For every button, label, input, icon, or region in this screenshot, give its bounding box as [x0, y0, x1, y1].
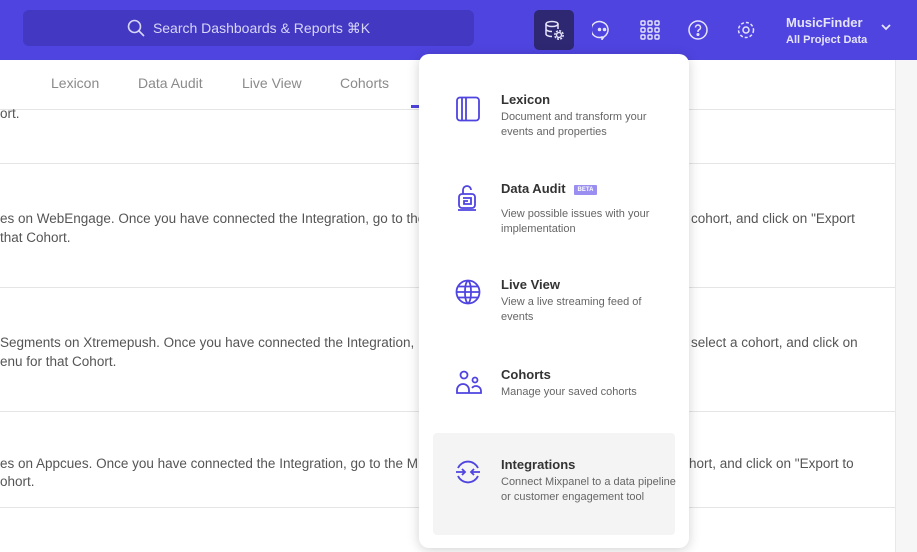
chat-button[interactable] — [582, 10, 622, 50]
data-audit-icon — [458, 185, 476, 211]
scrollbar[interactable] — [895, 60, 917, 552]
project-selector[interactable]: MusicFinder All Project Data — [786, 15, 867, 46]
menu-item-integrations[interactable]: Integrations Connect Mixpanel to a data … — [433, 433, 676, 535]
menu-item-desc: View a live streaming feed of events — [501, 296, 642, 323]
row-text: ohort. — [0, 474, 35, 489]
row-text: ort. — [0, 106, 20, 121]
data-management-button[interactable] — [534, 10, 574, 50]
row-text: es on WebEngage. Once you have connected… — [0, 211, 426, 226]
row-text: that Cohort. — [0, 230, 71, 245]
search-placeholder: Search Dashboards & Reports ⌘K — [152, 19, 371, 36]
menu-item-desc: View possible issues with your implement… — [501, 208, 650, 235]
menu-item-cohorts[interactable]: Cohorts Manage your saved cohorts — [433, 357, 675, 417]
integrations-icon — [456, 460, 480, 484]
project-name: MusicFinder — [786, 15, 863, 30]
menu-item-title: Lexicon — [501, 92, 551, 107]
tab-data-audit[interactable]: Data Audit — [138, 75, 203, 91]
top-bar: Search Dashboards & Reports ⌘K MusicFind… — [0, 0, 917, 60]
data-management-icon — [545, 20, 564, 40]
settings-icon — [737, 21, 755, 39]
menu-item-title: Cohorts — [501, 367, 551, 382]
row-text: cohort, and click on "Export — [691, 211, 855, 226]
menu-item-title: Live View — [501, 277, 561, 292]
settings-button[interactable] — [726, 10, 766, 50]
beta-badge: BETA — [573, 184, 598, 195]
menu-item-desc: Document and transform your events and p… — [501, 111, 647, 138]
row-text: Segments on Xtremepush. Once you have co… — [0, 335, 415, 350]
menu-item-data-audit[interactable]: Data Audit BETA View possible issues with… — [433, 172, 675, 252]
row-text: select a cohort, and click on — [691, 335, 858, 350]
menu-item-desc: Manage your saved cohorts — [501, 386, 637, 398]
menu-item-live-view[interactable]: Live View View a live streaming feed of … — [433, 267, 675, 337]
project-scope: All Project Data — [786, 34, 868, 46]
people-icon — [456, 370, 482, 394]
menu-item-desc: Connect Mixpanel to a data pipeline or c… — [501, 476, 676, 503]
apps-grid-icon — [640, 20, 660, 40]
row-text: hort, and click on "Export to — [689, 456, 854, 471]
chat-icon — [592, 20, 609, 40]
row-text: es on Appcues. Once you have connected t… — [0, 456, 419, 471]
row-text: enu for that Cohort. — [0, 354, 117, 369]
chevron-down-icon[interactable] — [880, 22, 892, 32]
data-management-menu: Lexicon Document and transform your even… — [419, 54, 689, 548]
search-icon — [127, 19, 145, 37]
help-button[interactable] — [678, 10, 718, 50]
menu-item-lexicon[interactable]: Lexicon Document and transform your even… — [433, 82, 675, 152]
globe-icon — [455, 279, 481, 305]
menu-item-title: Data Audit — [501, 181, 566, 196]
tab-lexicon[interactable]: Lexicon — [51, 75, 99, 91]
help-icon — [688, 20, 708, 40]
menu-item-title: Integrations — [501, 457, 576, 472]
lexicon-book-icon — [456, 96, 480, 122]
tab-live-view[interactable]: Live View — [242, 75, 302, 91]
tab-cohorts[interactable]: Cohorts — [340, 75, 389, 91]
search-input[interactable]: Search Dashboards & Reports ⌘K — [23, 10, 474, 46]
apps-button[interactable] — [630, 10, 670, 50]
